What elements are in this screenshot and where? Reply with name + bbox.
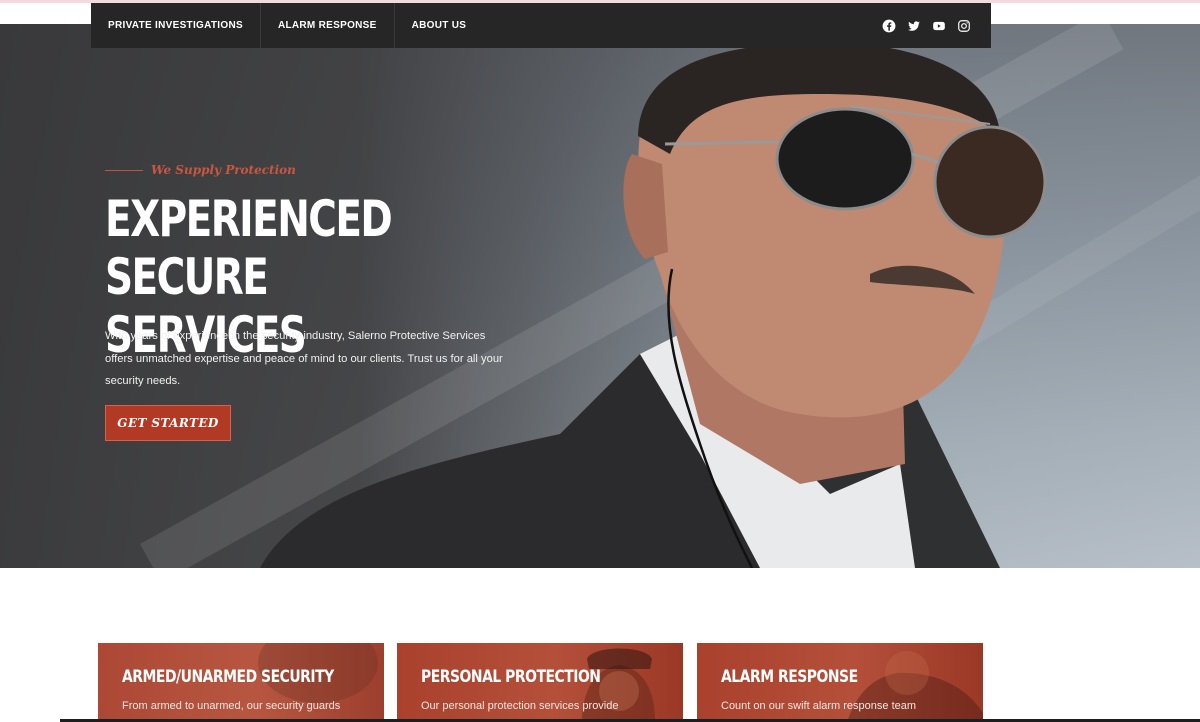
youtube-icon[interactable] bbox=[932, 19, 946, 33]
service-card-alarm-response[interactable]: ALARM RESPONSE Count on our swift alarm … bbox=[697, 643, 983, 722]
instagram-icon[interactable] bbox=[957, 19, 971, 33]
hero-intro-line-3: security needs. bbox=[105, 375, 181, 387]
tagline-divider bbox=[105, 170, 143, 171]
service-card-title: PERSONAL PROTECTION bbox=[421, 667, 601, 687]
hero-tagline: We Supply Protection bbox=[151, 163, 296, 177]
service-card-description: Count on our swift alarm response team bbox=[721, 700, 917, 712]
service-card-description: From armed to unarmed, our security guar… bbox=[122, 700, 341, 712]
social-links bbox=[882, 19, 991, 33]
service-card-title: ARMED/UNARMED SECURITY bbox=[122, 667, 334, 687]
get-started-button[interactable]: GET STARTED bbox=[105, 405, 231, 441]
hero-intro: With years of experience in the security… bbox=[105, 325, 510, 393]
service-card-armed-unarmed-security[interactable]: ARMED/UNARMED SECURITY From armed to una… bbox=[98, 643, 384, 722]
nav-item-alarm-response[interactable]: ALARM RESPONSE bbox=[261, 3, 395, 48]
hero-intro-line-2: offers unmatched expertise and peace of … bbox=[105, 352, 503, 365]
service-card-personal-protection[interactable]: PERSONAL PROTECTION Our personal protect… bbox=[397, 643, 683, 722]
service-card-description: Our personal protection services provide bbox=[421, 700, 619, 712]
hero-intro-line-1: With years of experience in the security… bbox=[105, 330, 486, 342]
main-navigation: PRIVATE INVESTIGATIONS ALARM RESPONSE AB… bbox=[91, 3, 991, 48]
nav-item-private-investigations[interactable]: PRIVATE INVESTIGATIONS bbox=[91, 3, 261, 48]
twitter-icon[interactable] bbox=[907, 19, 921, 33]
nav-item-about-us[interactable]: ABOUT US bbox=[395, 3, 484, 48]
facebook-icon[interactable] bbox=[882, 19, 896, 33]
service-card-title: ALARM RESPONSE bbox=[721, 667, 858, 687]
hero-headline-line-1: EXPERIENCED SECURE bbox=[105, 190, 393, 306]
